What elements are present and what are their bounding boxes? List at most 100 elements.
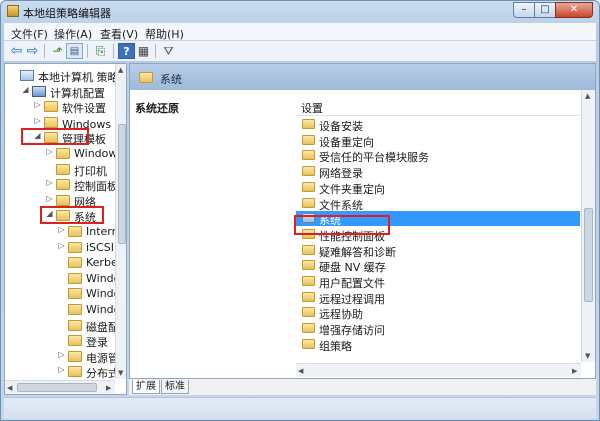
- folder-icon: [44, 116, 58, 128]
- tree-item[interactable]: 登录: [5, 333, 115, 349]
- scroll-up-icon[interactable]: ▲: [118, 66, 123, 74]
- tree-item[interactable]: 磁盘配: [5, 318, 119, 334]
- tree-item[interactable]: ◢ 计算机配置: [5, 84, 115, 100]
- menu-action[interactable]: 操作(A): [54, 26, 92, 42]
- folder-icon: [302, 276, 315, 286]
- details-horizontal-scrollbar[interactable]: ◀ ▶: [296, 363, 581, 377]
- menu-help[interactable]: 帮助(H): [145, 26, 184, 42]
- folder-icon: [68, 335, 82, 347]
- filter-icon[interactable]: ⛛: [160, 43, 177, 59]
- setting-folder-row[interactable]: 设备安装: [296, 117, 580, 133]
- collapse-arrow-icon[interactable]: ◢: [21, 85, 30, 94]
- up-folder-icon[interactable]: ⬏: [49, 43, 66, 59]
- folder-icon: [302, 134, 315, 145]
- tree-horizontal-scrollbar[interactable]: ◀ ▶: [5, 380, 115, 394]
- tree-item[interactable]: ▷ Intern: [5, 224, 118, 240]
- column-header-setting[interactable]: 设置: [296, 98, 580, 116]
- scroll-down-icon[interactable]: ▼: [585, 352, 590, 360]
- tree-item[interactable]: Kerbe: [5, 255, 118, 271]
- tree-item[interactable]: Windo: [5, 286, 120, 302]
- tree-item[interactable]: ▷ 电源管: [5, 349, 119, 365]
- tree-scroll-thumb[interactable]: [118, 124, 126, 244]
- close-button[interactable]: ✕: [555, 2, 593, 18]
- annotation-box-system-item: [294, 215, 390, 235]
- show-hide-tree-icon[interactable]: ▤: [66, 43, 83, 59]
- folder-icon: [56, 179, 70, 191]
- folder-icon: [302, 119, 315, 129]
- folder-icon: [302, 181, 315, 192]
- details-vertical-scrollbar[interactable]: ▲ ▼: [581, 90, 595, 362]
- tree-item[interactable]: 本地计算机 策略: [5, 68, 119, 84]
- details-scroll-thumb[interactable]: [584, 208, 593, 302]
- setting-folder-row[interactable]: 硬盘 NV 缓存: [296, 258, 580, 274]
- folder-icon: [302, 291, 315, 302]
- title-bar[interactable]: 本地组策略编辑器 – □ ✕: [1, 1, 599, 23]
- scroll-down-icon[interactable]: ▼: [118, 369, 123, 377]
- setting-folder-row[interactable]: 远程协助: [296, 305, 580, 321]
- setting-folder-row[interactable]: 受信任的平台模块服务: [296, 148, 580, 164]
- policy-icon: [20, 70, 34, 81]
- tree-item[interactable]: ▷ iSCSI: [5, 240, 115, 256]
- setting-folder-row[interactable]: 组策略: [296, 337, 580, 353]
- menu-bar: 文件(F) 操作(A) 查看(V) 帮助(H): [4, 23, 596, 41]
- setting-folder-label: 设备重定向: [319, 135, 374, 149]
- maximize-button[interactable]: □: [534, 2, 556, 18]
- folder-icon: [68, 319, 82, 331]
- scroll-left-icon[interactable]: ◀: [7, 384, 12, 392]
- expand-arrow-icon[interactable]: ▷: [57, 365, 66, 374]
- scroll-up-icon[interactable]: ▲: [585, 92, 590, 100]
- setting-folder-row[interactable]: 增强存储访问: [296, 321, 580, 337]
- folder-icon: [302, 166, 315, 177]
- tab-extended[interactable]: 扩展: [132, 380, 160, 394]
- tree-hscroll-thumb[interactable]: [17, 383, 97, 392]
- scroll-right-icon[interactable]: ▶: [572, 367, 577, 375]
- forward-arrow-icon[interactable]: ⇨: [24, 43, 41, 59]
- tab-standard[interactable]: 标准: [161, 380, 189, 394]
- setting-folder-row[interactable]: 用户配置文件: [296, 274, 580, 290]
- setting-folder-row[interactable]: 疑难解答和诊断: [296, 243, 580, 259]
- scroll-left-icon[interactable]: ◀: [298, 367, 303, 375]
- back-arrow-icon[interactable]: ⇦: [8, 43, 25, 59]
- tree-item-label: Intern: [86, 225, 119, 238]
- menu-view[interactable]: 查看(V): [100, 26, 138, 42]
- tree-item[interactable]: Windo: [5, 302, 120, 318]
- expand-arrow-icon[interactable]: ▷: [33, 116, 42, 125]
- tree-item-label: 本地计算机 策略: [38, 71, 119, 84]
- setting-folder-label: 文件夹重定向: [319, 182, 385, 196]
- properties-icon[interactable]: ▦: [135, 43, 152, 59]
- expand-arrow-icon[interactable]: ▷: [57, 350, 66, 359]
- tree-item[interactable]: ▷ 控制面板: [5, 177, 118, 194]
- setting-folder-label: 设备安装: [319, 120, 363, 133]
- setting-folder-row[interactable]: 文件系统: [296, 196, 580, 212]
- setting-folder-row[interactable]: 网络登录: [296, 164, 580, 180]
- folder-icon: [302, 307, 315, 318]
- tree-item[interactable]: ▷ Windows: [5, 146, 123, 162]
- export-list-icon[interactable]: ⎘: [92, 43, 109, 59]
- navigation-tree[interactable]: 本地计算机 策略 ◢ 计算机配置 ▷ 软件设置 ▷ Windows 设 ◢ 管理模板 ▷ Windo…: [4, 63, 127, 395]
- folder-icon: [44, 101, 58, 113]
- expand-arrow-icon[interactable]: ▷: [33, 100, 42, 109]
- expand-arrow-icon[interactable]: ▷: [57, 225, 66, 234]
- setting-folder-row[interactable]: 远程过程调用: [296, 290, 580, 306]
- tree-vertical-scrollbar[interactable]: ▲ ▼: [115, 64, 126, 379]
- tree-item[interactable]: 打印机: [5, 162, 115, 178]
- tree-item-label: 控制面板: [74, 180, 118, 194]
- tree-item[interactable]: ▷ 软件设置: [5, 99, 115, 115]
- scroll-right-icon[interactable]: ▶: [106, 384, 111, 392]
- expand-arrow-icon[interactable]: ▷: [45, 178, 54, 187]
- details-pane: 系统 系统还原 设置 设备安装 设备重定向 受信任的平台模块服务 网络登录 文件夹重定向…: [129, 63, 596, 379]
- setting-folder-row[interactable]: 文件夹重定向: [296, 180, 580, 196]
- tree-item[interactable]: Windo: [5, 271, 120, 287]
- toolbar-separator: [113, 44, 114, 58]
- app-icon: [7, 5, 19, 17]
- help-icon[interactable]: ?: [118, 43, 135, 59]
- tree-item[interactable]: ▷ 分布式: [5, 364, 119, 380]
- minimize-button[interactable]: –: [513, 2, 535, 18]
- expand-arrow-icon[interactable]: ▷: [45, 147, 54, 156]
- maximize-icon: □: [540, 4, 550, 15]
- setting-folder-label: 文件系统: [319, 198, 363, 212]
- expand-arrow-icon[interactable]: ▷: [57, 241, 66, 250]
- menu-file[interactable]: 文件(F): [11, 26, 48, 42]
- setting-folder-row[interactable]: 设备重定向: [296, 133, 580, 149]
- expand-arrow-icon[interactable]: ▷: [45, 194, 54, 203]
